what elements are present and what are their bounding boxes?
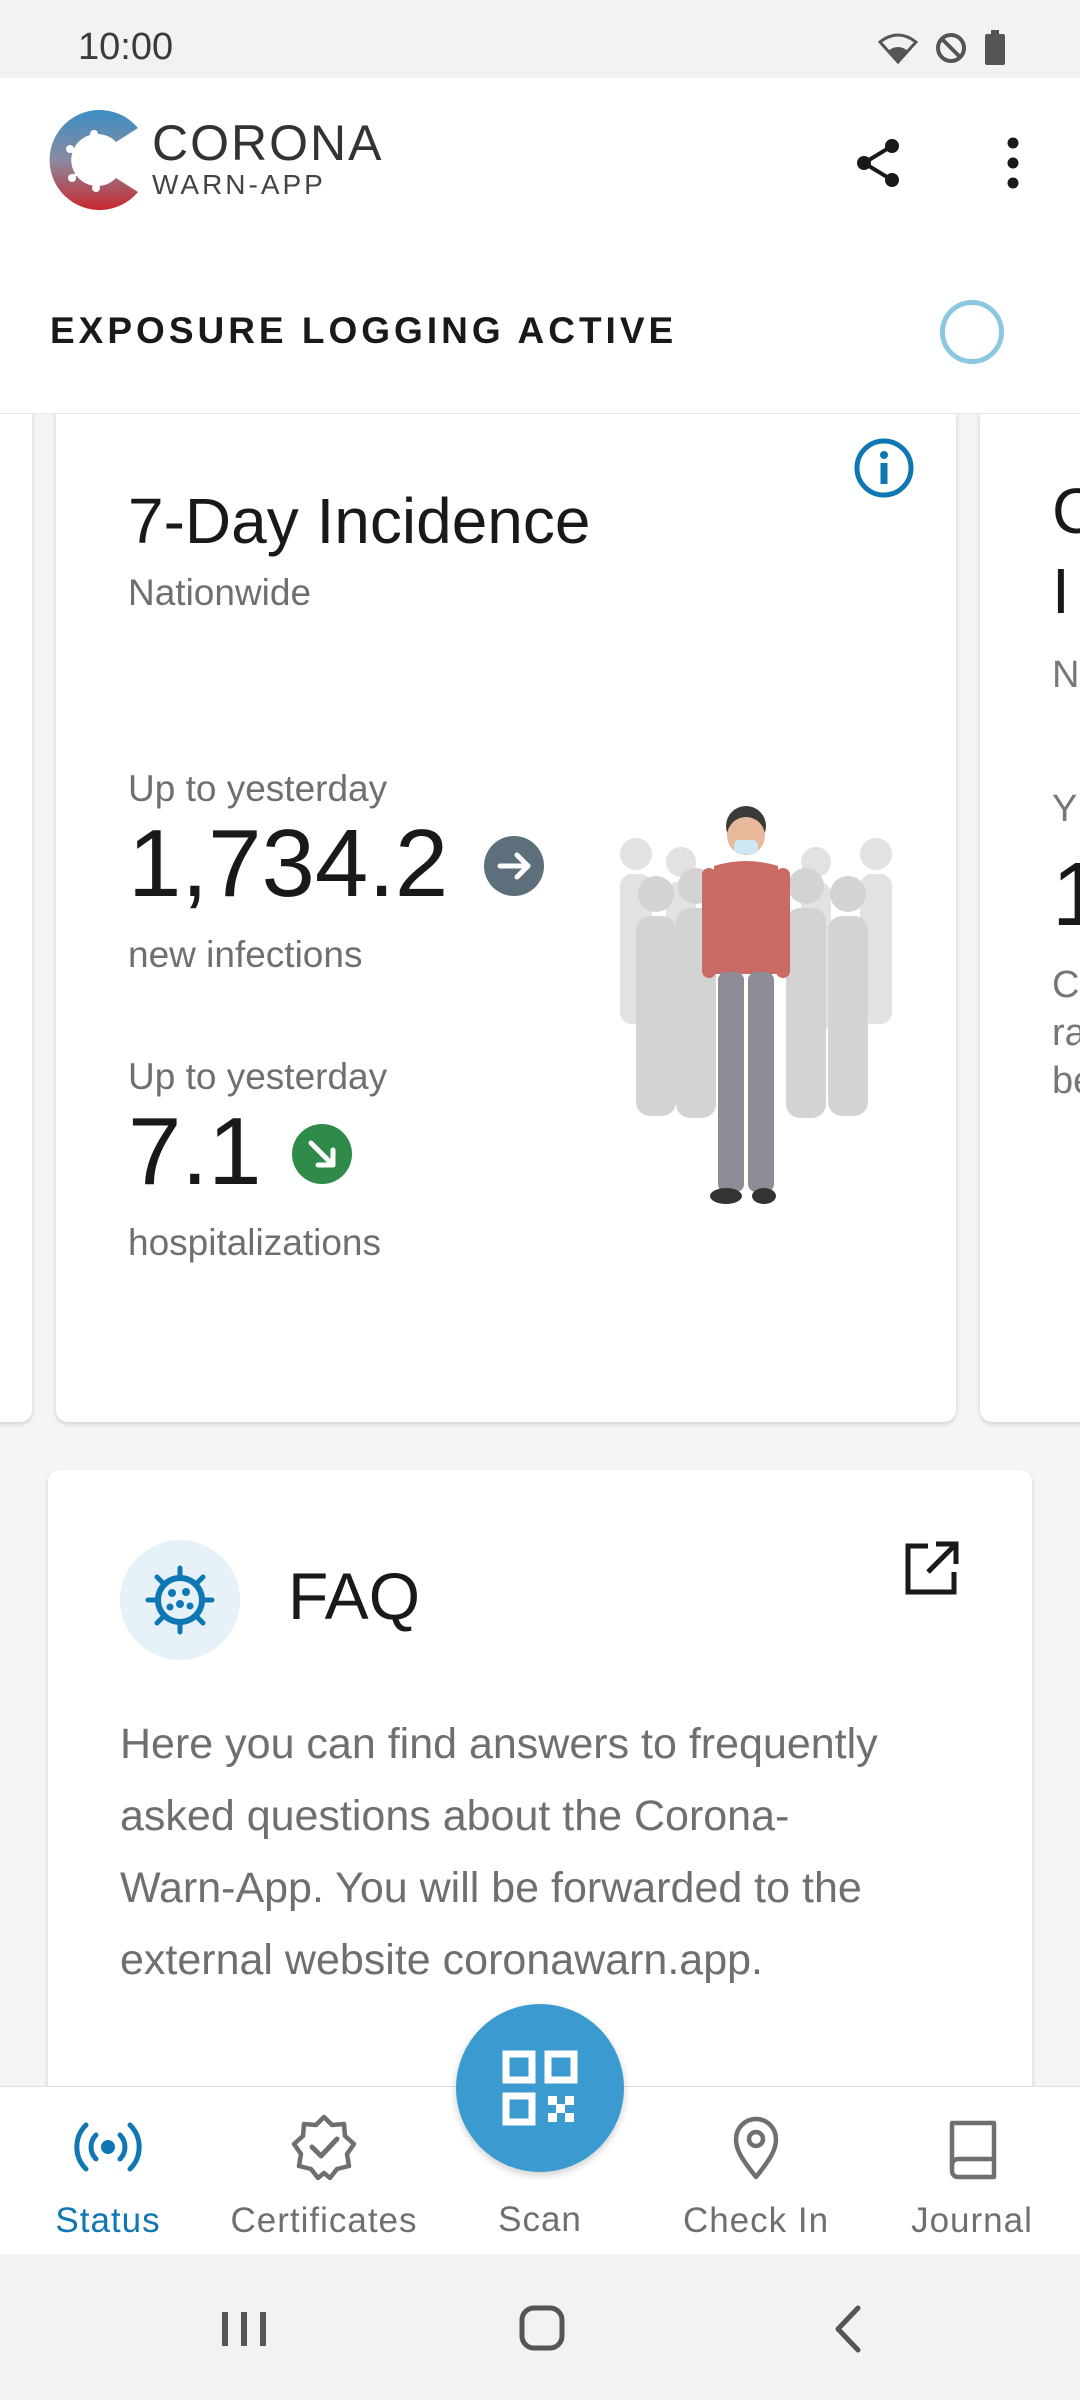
system-navigation-bar (0, 2254, 1080, 2400)
more-options-button[interactable] (980, 130, 1046, 196)
crowd-illustration (620, 806, 892, 1204)
exposure-logging-label: EXPOSURE LOGGING ACTIVE (50, 310, 678, 351)
trend-stable-icon (484, 836, 544, 896)
faq-card[interactable]: FAQ Here you can find answers to frequen… (48, 1470, 1032, 2086)
brand: CORONA WARN-APP (152, 116, 383, 200)
metric-value: 7.1 (128, 1098, 262, 1205)
more-vert-icon (1007, 137, 1019, 189)
corona-warn-app-logo (49, 109, 138, 210)
location-pin-icon (733, 2116, 779, 2180)
next-card-desc-fragment: ra (1052, 1012, 1080, 1054)
nav-label: Status (55, 2201, 161, 2240)
next-card-edge[interactable]: C I N Y 1 C ra be (980, 414, 1080, 1422)
metric-value: 1,734.2 (128, 810, 449, 917)
status-icons (878, 30, 1006, 66)
qr-code-icon (502, 2050, 578, 2126)
share-icon (857, 139, 899, 187)
main-content[interactable]: 7-Day Incidence Nationwide Up to yesterd… (0, 414, 1080, 2086)
back-button[interactable] (810, 2294, 890, 2364)
back-chevron-icon (835, 2305, 861, 2353)
metric-unit: hospitalizations (128, 1222, 381, 1263)
info-button[interactable] (852, 436, 916, 500)
scan-button[interactable] (456, 2004, 624, 2172)
certificate-badge-icon (291, 2114, 357, 2181)
next-card-desc-fragment: be (1052, 1060, 1080, 1102)
nav-item-status[interactable]: Status (0, 2087, 216, 2255)
faq-description: Here you can find answers to frequently … (120, 1720, 878, 1984)
faq-virus-icon (120, 1540, 240, 1660)
info-icon (854, 438, 914, 498)
app-header: CORONA WARN-APP (0, 78, 1080, 238)
journal-book-icon (949, 2120, 997, 2180)
trend-decreasing-icon (292, 1124, 352, 1184)
status-time: 10:00 (78, 26, 174, 68)
home-icon (519, 2305, 565, 2351)
share-button[interactable] (846, 130, 912, 196)
previous-card-edge[interactable] (0, 414, 32, 1422)
brand-title: CORONA (152, 115, 384, 171)
home-button[interactable] (500, 2294, 580, 2364)
card-subtitle: Nationwide (128, 572, 312, 613)
status-bar: 10:00 (0, 0, 1080, 78)
nav-item-certificates[interactable]: Certificates (216, 2087, 432, 2255)
next-card-desc-fragment: C (1052, 964, 1080, 1006)
recent-apps-icon (222, 2312, 266, 2346)
metric-unit: new infections (128, 934, 363, 975)
status-broadcast-icon (74, 2122, 142, 2172)
nav-item-journal[interactable]: Journal (864, 2087, 1080, 2255)
faq-title: FAQ (288, 1559, 421, 1633)
recent-apps-button[interactable] (204, 2294, 284, 2364)
scan-label: Scan (498, 2200, 582, 2239)
incidence-card[interactable]: 7-Day Incidence Nationwide Up to yesterd… (56, 414, 956, 1422)
next-card-value-fragment: 1 (1052, 845, 1080, 945)
next-card-title-fragment: C (1052, 475, 1080, 547)
next-card-subtitle-fragment: N (1052, 654, 1080, 696)
battery-icon (985, 30, 1005, 65)
card-title: 7-Day Incidence (128, 485, 591, 557)
brand-subtitle: WARN-APP (152, 169, 326, 200)
next-card-label-fragment: Y (1052, 788, 1078, 830)
next-card-title-fragment: I (1052, 555, 1070, 627)
nav-item-check-in[interactable]: Check In (648, 2087, 864, 2255)
exposure-status-ring-icon (940, 300, 1004, 364)
metric-label: Up to yesterday (128, 1056, 388, 1097)
wifi-icon (878, 33, 918, 64)
metric-label: Up to yesterday (128, 768, 388, 809)
external-link-icon (905, 1541, 959, 1595)
do-not-disturb-icon (936, 33, 966, 63)
external-link-button[interactable] (898, 1536, 964, 1602)
nav-label: Certificates (230, 2201, 418, 2240)
nav-label: Check In (682, 2201, 830, 2240)
exposure-logging-banner[interactable]: EXPOSURE LOGGING ACTIVE (0, 238, 1080, 414)
nav-label: Journal (911, 2201, 1033, 2240)
